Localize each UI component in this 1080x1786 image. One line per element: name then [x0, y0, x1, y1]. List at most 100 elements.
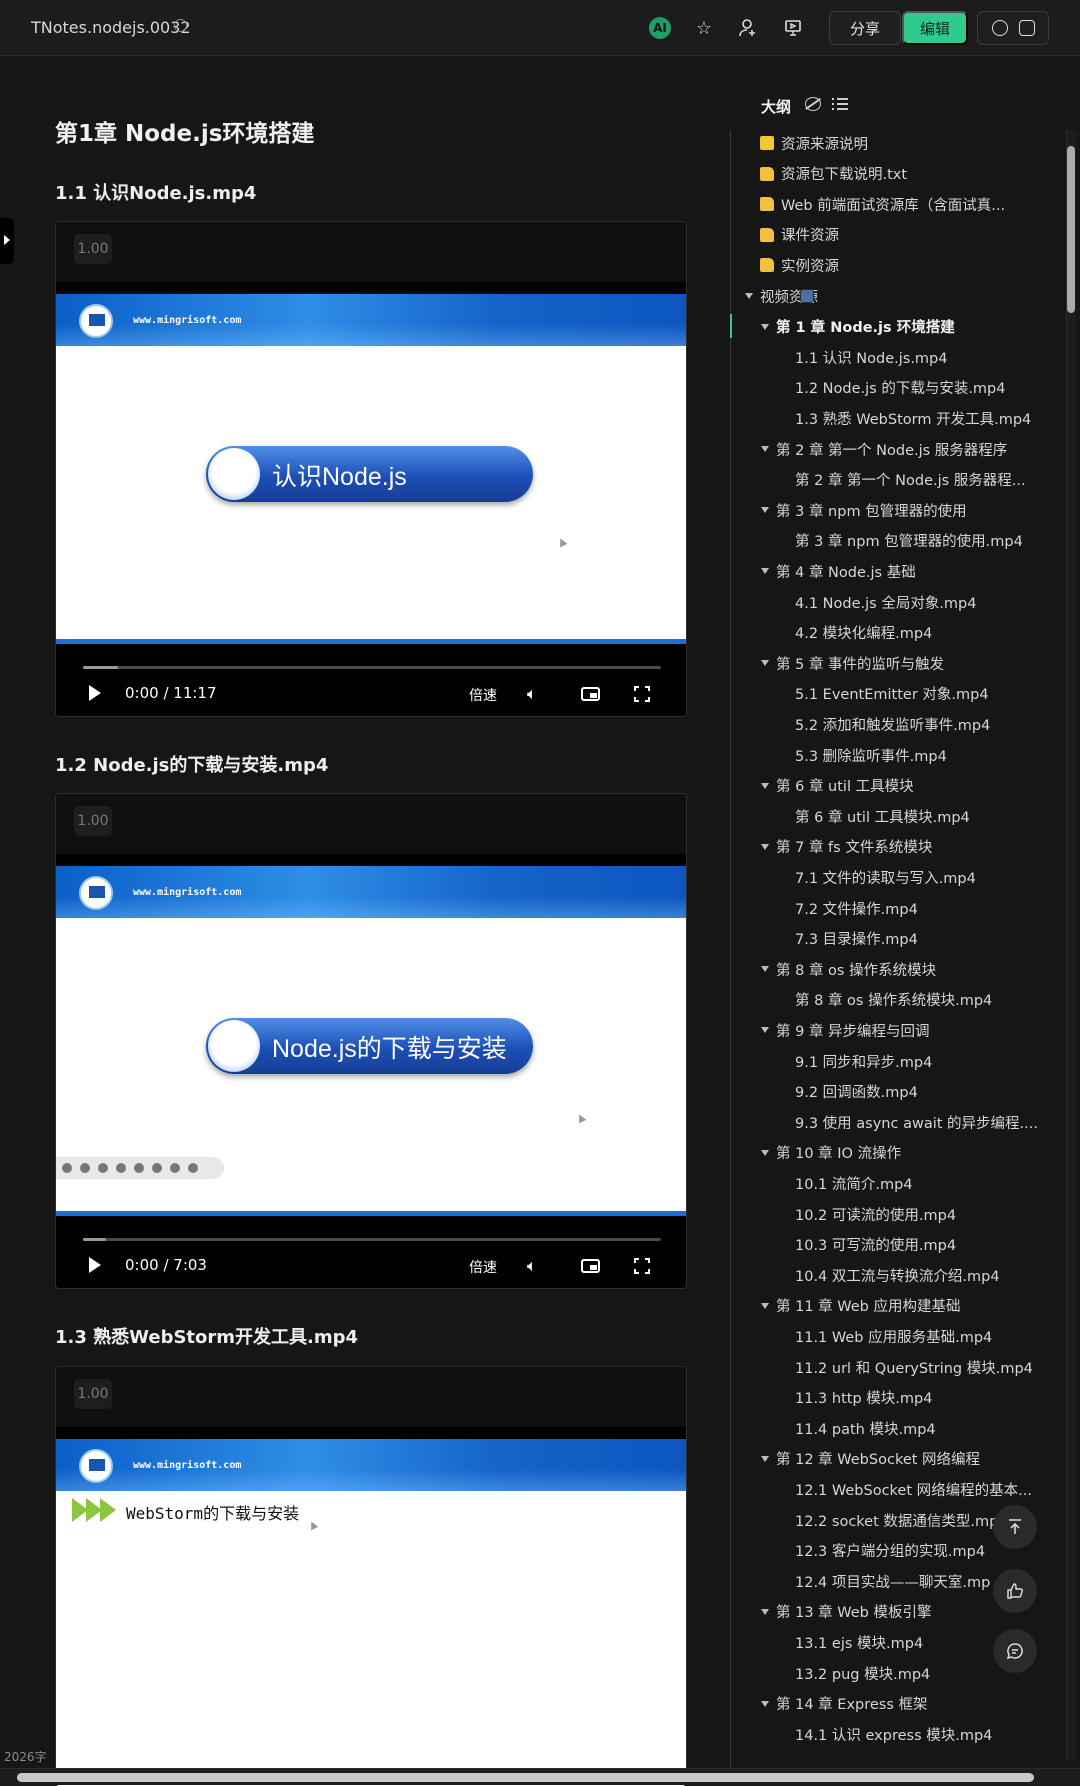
caret-down-icon[interactable] [761, 568, 769, 575]
share-button[interactable]: 分享 [829, 11, 901, 45]
outline-item[interactable]: 9.3 使用 async await 的异步编程.... [795, 1109, 1038, 1135]
outline-item[interactable]: 第 6 章 util 工具模块.mp4 [795, 803, 970, 829]
outline-item[interactable]: 10.4 双工流与转换流介绍.mp4 [795, 1262, 1000, 1288]
horizontal-scrollbar[interactable] [0, 1768, 1080, 1785]
outline-item[interactable]: 第 9 章 异步编程与回调 [761, 1017, 930, 1043]
outline-item[interactable]: 第 2 章 第一个 Node.js 服务器程... [795, 467, 1026, 493]
caret-down-icon[interactable] [761, 1027, 769, 1034]
comment-button[interactable] [993, 1629, 1037, 1673]
caret-down-icon[interactable] [761, 323, 769, 330]
outline-item[interactable]: 10.3 可写流的使用.mp4 [795, 1232, 956, 1258]
outline-item[interactable]: 13.2 pug 模块.mp4 [795, 1660, 930, 1686]
outline-item[interactable]: 第 7 章 fs 文件系统模块 [761, 834, 932, 860]
outline-item[interactable]: 11.4 path 模块.mp4 [795, 1415, 936, 1441]
caret-down-icon[interactable] [761, 782, 769, 789]
outline-item[interactable]: 第 6 章 util 工具模块 [761, 773, 914, 799]
video-player-1-1[interactable]: 1.00 www.mingrisoft.com 认识Node.js 0:00 /… [55, 221, 687, 717]
outline-item[interactable]: 实例资源 [760, 252, 839, 278]
outline-item[interactable]: 11.2 url 和 QueryString 模块.mp4 [795, 1354, 1033, 1380]
outline-item[interactable]: 第 3 章 npm 包管理器的使用 [761, 497, 967, 523]
outline-item[interactable]: 第 12 章 WebSocket 网络编程 [761, 1446, 980, 1472]
outline-item[interactable]: 11.3 http 模块.mp4 [795, 1385, 932, 1411]
outline-item[interactable]: 14.1 认识 express 模块.mp4 [795, 1721, 992, 1747]
outline-item[interactable]: 12.1 WebSocket 网络编程的基本... [795, 1476, 1032, 1502]
outline-item[interactable]: 第 11 章 Web 应用构建基础 [761, 1293, 961, 1319]
play-icon[interactable] [89, 685, 101, 701]
sync-status-icon[interactable] [174, 19, 187, 32]
progress-bar[interactable] [83, 1238, 661, 1241]
ai-assistant-icon[interactable]: AI [649, 17, 671, 39]
volume-icon[interactable]: 🔈︎ [527, 685, 547, 702]
video-player-1-2[interactable]: 1.00 www.mingrisoft.com Node.js的下载与安装 0:… [55, 793, 687, 1289]
outline-item[interactable]: 第 8 章 os 操作系统模块 [761, 956, 936, 982]
fullscreen-icon[interactable] [634, 686, 650, 702]
outline-item[interactable]: 11.1 Web 应用服务基础.mp4 [795, 1323, 992, 1349]
outline-item[interactable]: 第 2 章 第一个 Node.js 服务器程序 [761, 436, 1007, 462]
video-frame[interactable]: www.mingrisoft.com WebStorm的下载与安装 [56, 1427, 686, 1786]
outline-item[interactable]: 7.1 文件的读取与写入.mp4 [795, 864, 976, 890]
outline-item[interactable]: 1.3 熟悉 WebStorm 开发工具.mp4 [795, 405, 1031, 431]
presentation-icon[interactable] [781, 16, 805, 40]
back-to-top-button[interactable] [993, 1505, 1037, 1549]
caret-down-icon[interactable] [761, 966, 769, 973]
caret-down-icon[interactable] [745, 293, 753, 299]
caret-down-icon[interactable] [761, 1149, 769, 1156]
star-icon[interactable]: ☆ [692, 16, 716, 40]
play-icon[interactable] [89, 1257, 101, 1273]
outline-item[interactable]: 9.1 同步和异步.mp4 [795, 1048, 932, 1074]
outline-item[interactable]: 第 8 章 os 操作系统模块.mp4 [795, 987, 992, 1013]
speed-button[interactable]: 倍速 [469, 1257, 497, 1277]
edit-button[interactable]: 编辑 [902, 11, 968, 45]
outline-item[interactable]: 12.2 socket 数据通信类型.mp [795, 1507, 998, 1533]
outline-item[interactable]: 1.2 Node.js 的下载与安装.mp4 [795, 375, 1005, 401]
caret-down-icon[interactable] [761, 660, 769, 667]
caret-down-icon[interactable] [761, 1608, 769, 1615]
outline-levels-icon[interactable] [832, 97, 848, 111]
caret-down-icon[interactable] [761, 1302, 769, 1309]
scrollbar-thumb[interactable] [17, 1773, 1034, 1782]
outline-item[interactable]: 10.2 可读流的使用.mp4 [795, 1201, 956, 1227]
caret-down-icon[interactable] [761, 446, 769, 452]
outline-item[interactable]: 5.1 EventEmitter 对象.mp4 [795, 681, 989, 707]
outline-item[interactable]: 5.2 添加和触发监听事件.mp4 [795, 711, 990, 737]
caret-down-icon[interactable] [761, 1700, 769, 1707]
outline-item[interactable]: 7.2 文件操作.mp4 [795, 895, 918, 921]
comment-icon[interactable] [991, 20, 1008, 36]
outline-item[interactable]: 7.3 目录操作.mp4 [795, 926, 918, 952]
left-panel-expand-handle[interactable] [0, 218, 14, 264]
outline-item[interactable]: 第 4 章 Node.js 基础 [761, 558, 916, 584]
outline-item[interactable]: 课件资源 [760, 222, 839, 248]
outline-item[interactable]: Web 前端面试资源库（含面试真... [760, 191, 1005, 217]
video-player-1-3[interactable]: 1.00 www.mingrisoft.com WebStorm的下载与安装 [55, 1366, 687, 1786]
outline-item[interactable]: 5.3 删除监听事件.mp4 [795, 742, 947, 768]
outline-scrollbar[interactable] [1057, 130, 1076, 1760]
outline-item[interactable]: 1.1 认识 Node.js.mp4 [795, 344, 947, 370]
outline-item[interactable]: 视频资源 [745, 283, 818, 309]
speed-button[interactable]: 倍速 [469, 685, 497, 705]
outline-item[interactable]: 12.3 客户端分组的实现.mp4 [795, 1538, 985, 1564]
outline-item[interactable]: 9.2 回调函数.mp4 [795, 1079, 918, 1105]
picture-in-picture-icon[interactable] [581, 687, 600, 701]
video-frame[interactable]: www.mingrisoft.com Node.js的下载与安装 [56, 854, 686, 1229]
outline-item[interactable]: 第 14 章 Express 框架 [761, 1691, 928, 1717]
outline-item[interactable]: 10.1 流简介.mp4 [795, 1170, 913, 1196]
caret-down-icon[interactable] [761, 1455, 769, 1462]
outline-item[interactable]: 资源包下载说明.txt [760, 161, 907, 187]
volume-icon[interactable]: 🔈︎ [527, 1257, 547, 1274]
progress-bar[interactable] [83, 666, 661, 669]
like-button[interactable] [993, 1569, 1037, 1613]
outline-item[interactable]: 资源来源说明 [760, 130, 868, 156]
caret-down-icon[interactable] [761, 507, 769, 514]
picture-in-picture-icon[interactable] [581, 1259, 600, 1273]
outline-item[interactable]: 第 10 章 IO 流操作 [761, 1140, 901, 1166]
outline-item[interactable]: 第 5 章 事件的监听与触发 [761, 650, 944, 676]
outline-item[interactable]: 13.1 ejs 模块.mp4 [795, 1629, 923, 1655]
outline-item[interactable]: 4.1 Node.js 全局对象.mp4 [795, 589, 976, 615]
outline-item[interactable]: 4.2 模块化编程.mp4 [795, 620, 932, 646]
outline-item[interactable]: 第 13 章 Web 模板引擎 [761, 1599, 932, 1625]
video-frame[interactable]: www.mingrisoft.com 认识Node.js [56, 282, 686, 657]
outline-item[interactable]: 第 1 章 Node.js 环境搭建 [761, 314, 955, 340]
outline-item[interactable]: 第 3 章 npm 包管理器的使用.mp4 [795, 528, 1023, 554]
scrollbar-thumb[interactable] [1067, 146, 1075, 313]
sidebar-toggle-icon[interactable] [1018, 20, 1035, 36]
